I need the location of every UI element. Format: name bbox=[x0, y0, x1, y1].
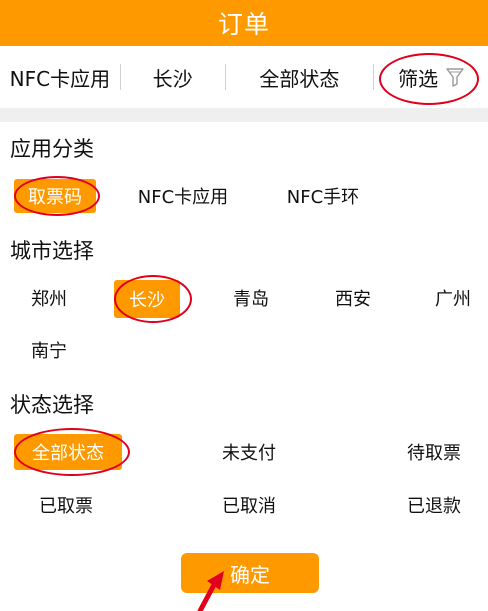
filter-bar: NFC卡应用 长沙 全部状态 筛选 bbox=[0, 46, 488, 108]
annotation-arrow-icon bbox=[197, 571, 224, 611]
city-option-changsha[interactable]: 长沙 bbox=[114, 280, 180, 318]
status-option-cancelled[interactable]: 已取消 bbox=[206, 488, 292, 522]
city-option-qingdao[interactable]: 青岛 bbox=[220, 281, 282, 315]
header-bar: 订单 bbox=[0, 0, 488, 46]
city-filter-tab[interactable]: 长沙 bbox=[121, 46, 225, 108]
filter-button[interactable]: 筛选 bbox=[374, 46, 488, 108]
city-option-xian[interactable]: 西安 bbox=[322, 281, 384, 315]
page-title: 订单 bbox=[217, 10, 270, 39]
city-section-title: 城市选择 bbox=[10, 239, 94, 263]
category-option-ticket-code[interactable]: 取票码 bbox=[14, 179, 96, 213]
status-option-picked-up[interactable]: 已取票 bbox=[24, 488, 108, 522]
category-option-nfc-band[interactable]: NFC手环 bbox=[274, 179, 372, 213]
annotation-circle bbox=[379, 53, 480, 105]
status-option-unpaid[interactable]: 未支付 bbox=[206, 435, 292, 469]
city-option-zhengzhou[interactable]: 郑州 bbox=[18, 281, 80, 315]
city-option-nanning[interactable]: 南宁 bbox=[18, 333, 80, 367]
city-option-guangzhou[interactable]: 广州 bbox=[422, 281, 484, 315]
section-divider bbox=[0, 108, 488, 122]
status-option-all[interactable]: 全部状态 bbox=[14, 434, 122, 470]
status-option-pending-pickup[interactable]: 待取票 bbox=[392, 435, 476, 469]
category-section-title: 应用分类 bbox=[10, 137, 94, 161]
status-filter-tab[interactable]: 全部状态 bbox=[226, 46, 374, 108]
status-section-title: 状态选择 bbox=[10, 393, 94, 417]
category-option-nfc-card[interactable]: NFC卡应用 bbox=[126, 179, 240, 213]
status-option-refunded[interactable]: 已退款 bbox=[392, 488, 476, 522]
app-filter-tab[interactable]: NFC卡应用 bbox=[0, 46, 120, 108]
